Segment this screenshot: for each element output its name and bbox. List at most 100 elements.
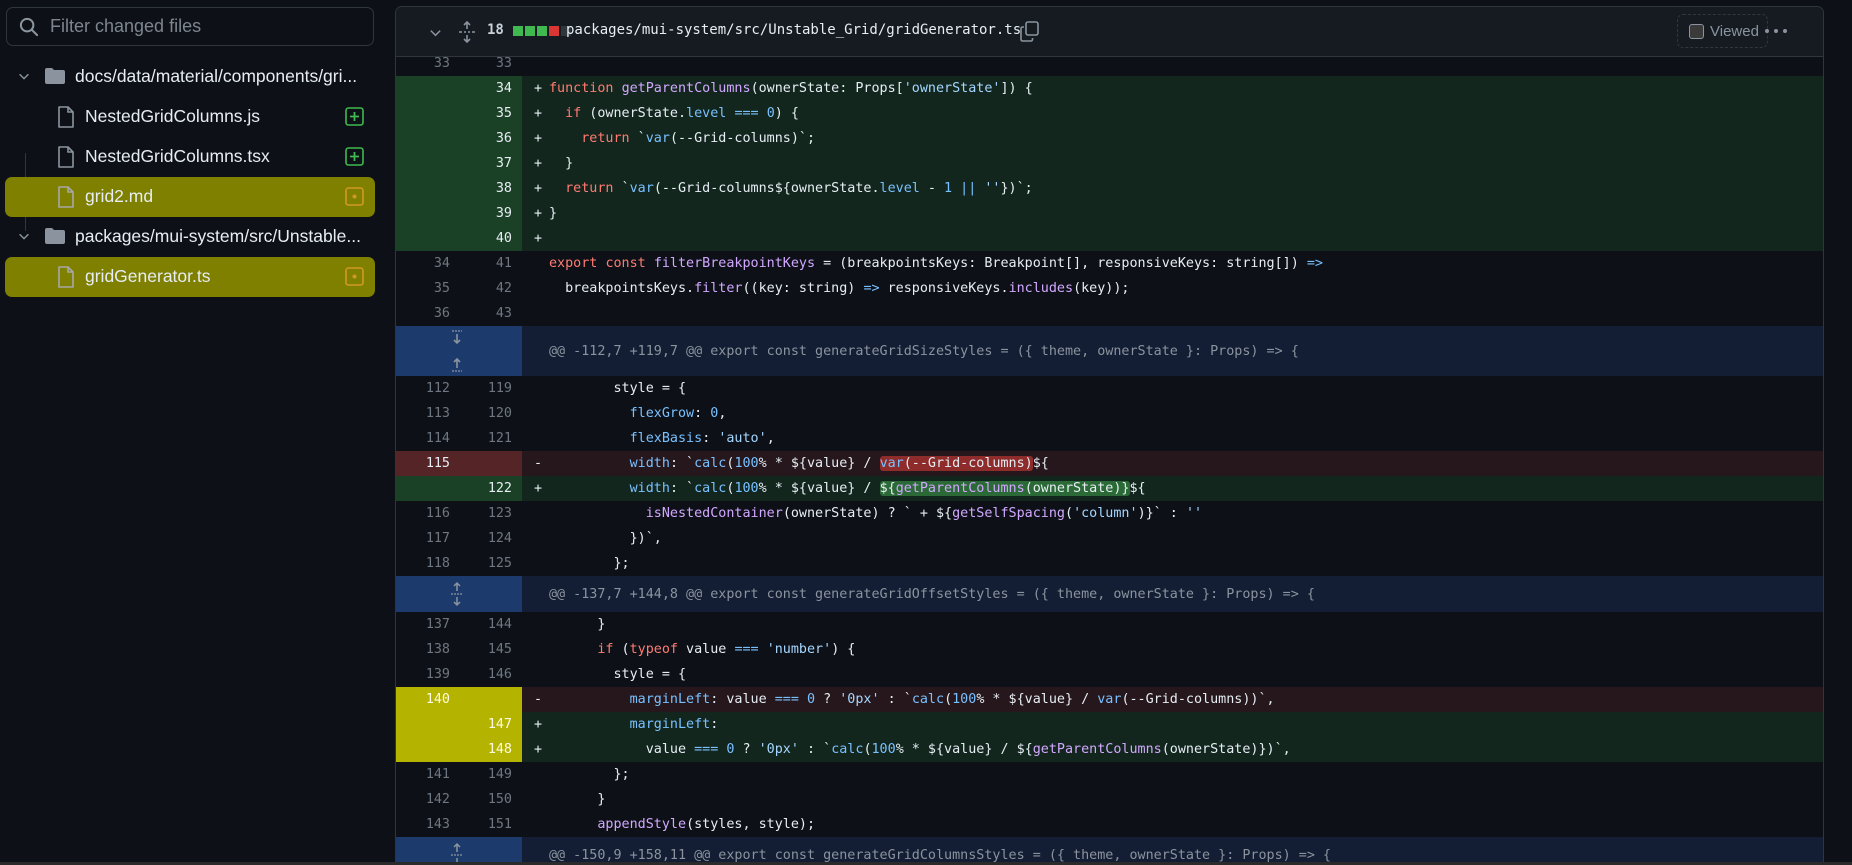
new-line-number[interactable]: 36 [450,126,512,151]
new-line-number[interactable]: 42 [450,276,512,301]
diff-line-context: 137 144 } [396,612,1823,637]
chevron-down-icon[interactable] [17,229,31,243]
old-line-number[interactable] [396,201,450,226]
code-text: style = { [549,381,687,396]
old-line-number[interactable]: 34 [396,251,450,276]
new-line-number[interactable]: 121 [450,426,512,451]
old-line-number[interactable]: 112 [396,376,450,401]
new-line-number[interactable]: 151 [450,812,512,837]
old-line-number[interactable]: 33 [396,57,450,76]
tree-file-gridgenerator-ts[interactable]: gridGenerator.ts [0,257,380,297]
old-line-number[interactable]: 113 [396,401,450,426]
diff-line-added: 39 +} [396,201,1823,226]
tree-folder-docs[interactable]: docs/data/material/components/gri... [0,57,380,97]
old-line-number[interactable] [396,76,450,101]
new-line-number[interactable]: 147 [450,712,512,737]
file-icon [58,186,74,208]
old-line-number[interactable]: 141 [396,762,450,787]
chevron-down-icon[interactable] [17,69,31,83]
new-line-number[interactable]: 40 [450,226,512,251]
file-tree: docs/data/material/components/gri... Nes… [0,57,380,297]
diff-line-context: 142 150 } [396,787,1823,812]
diff-lines: 33 33 34 + function getParentColumns(ownerSt… [396,57,1823,862]
new-line-number[interactable]: 149 [450,762,512,787]
expand-icon[interactable] [449,842,465,862]
old-line-number[interactable]: 137 [396,612,450,637]
old-line-number[interactable]: 143 [396,812,450,837]
old-line-number[interactable] [396,712,450,737]
new-line-number[interactable]: 37 [450,151,512,176]
hunk-expand-gutter[interactable] [396,326,522,376]
new-line-number[interactable]: 123 [450,501,512,526]
expand-down-icon[interactable] [449,330,465,346]
new-line-number[interactable]: 41 [450,251,512,276]
code-text: } [549,792,606,807]
new-line-number[interactable]: 146 [450,662,512,687]
old-line-number[interactable] [396,737,450,762]
code-text: breakpointsKeys.filter((key: string) => … [549,281,1130,296]
expand-up-icon[interactable] [449,356,465,372]
new-line-number[interactable]: 38 [450,176,512,201]
new-line-number[interactable]: 150 [450,787,512,812]
new-line-number[interactable] [450,451,512,476]
old-line-number[interactable] [396,176,450,201]
more-options-button[interactable] [1761,24,1791,38]
collapse-chevron-icon[interactable] [428,25,443,40]
old-line-number[interactable]: 140 [396,687,450,712]
hunk-expand-gutter[interactable] [396,837,522,862]
diff-sign: + [534,231,543,246]
code-text: if (ownerState.level === 0) { [565,106,799,121]
diff-line-context: 143 151 appendStyle(styles, style); [396,812,1823,837]
old-line-number[interactable]: 142 [396,787,450,812]
diff-line-context: 36 43 [396,301,1823,326]
copy-icon[interactable] [1020,21,1039,42]
diff-line-context: 33 33 [396,57,1823,76]
old-line-number[interactable] [396,476,450,501]
diffstat-add [537,26,547,36]
old-line-number[interactable]: 118 [396,551,450,576]
new-line-number[interactable] [450,687,512,712]
old-line-number[interactable] [396,101,450,126]
code-text: }; [549,767,630,782]
old-line-number[interactable]: 115 [396,451,450,476]
expand-icon[interactable] [449,581,465,607]
old-line-number[interactable]: 138 [396,637,450,662]
filter-files-search[interactable] [6,7,374,46]
new-line-number[interactable]: 43 [450,301,512,326]
code-text: appendStyle(styles, style); [597,817,816,832]
diff-line-added: 148 + value === 0 ? '0px' : `calc(100% * … [396,737,1823,762]
old-line-number[interactable]: 117 [396,526,450,551]
new-line-number[interactable]: 39 [450,201,512,226]
old-line-number[interactable] [396,151,450,176]
new-line-number[interactable]: 144 [450,612,512,637]
new-line-number[interactable]: 122 [450,476,512,501]
tree-file-nestedgridcolumns-tsx[interactable]: NestedGridColumns.tsx [0,137,380,177]
new-line-number[interactable]: 35 [450,101,512,126]
search-icon [19,17,39,36]
old-line-number[interactable]: 116 [396,501,450,526]
old-line-number[interactable] [396,226,450,251]
new-line-number[interactable]: 33 [450,57,512,76]
new-line-number[interactable]: 145 [450,637,512,662]
file-icon [58,106,74,128]
new-line-number[interactable]: 120 [450,401,512,426]
new-line-number[interactable]: 34 [450,76,512,101]
file-path-link[interactable]: packages/mui-system/src/Unstable_Grid/gr… [566,22,1021,38]
old-line-number[interactable]: 139 [396,662,450,687]
viewed-checkbox[interactable]: Viewed [1677,14,1768,48]
tree-file-grid2-md[interactable]: grid2.md [0,177,380,217]
checkbox-icon[interactable] [1689,23,1704,39]
old-line-number[interactable]: 35 [396,276,450,301]
tree-file-nestedgridcolumns-js[interactable]: NestedGridColumns.js [0,97,380,137]
new-line-number[interactable]: 148 [450,737,512,762]
new-line-number[interactable]: 125 [450,551,512,576]
old-line-number[interactable]: 36 [396,301,450,326]
expand-all-icon[interactable] [457,20,477,44]
hunk-expand-gutter[interactable] [396,576,522,612]
new-line-number[interactable]: 124 [450,526,512,551]
old-line-number[interactable] [396,126,450,151]
old-line-number[interactable]: 114 [396,426,450,451]
filter-files-input[interactable] [50,16,350,37]
tree-folder-packages[interactable]: packages/mui-system/src/Unstable... [0,217,380,257]
new-line-number[interactable]: 119 [450,376,512,401]
